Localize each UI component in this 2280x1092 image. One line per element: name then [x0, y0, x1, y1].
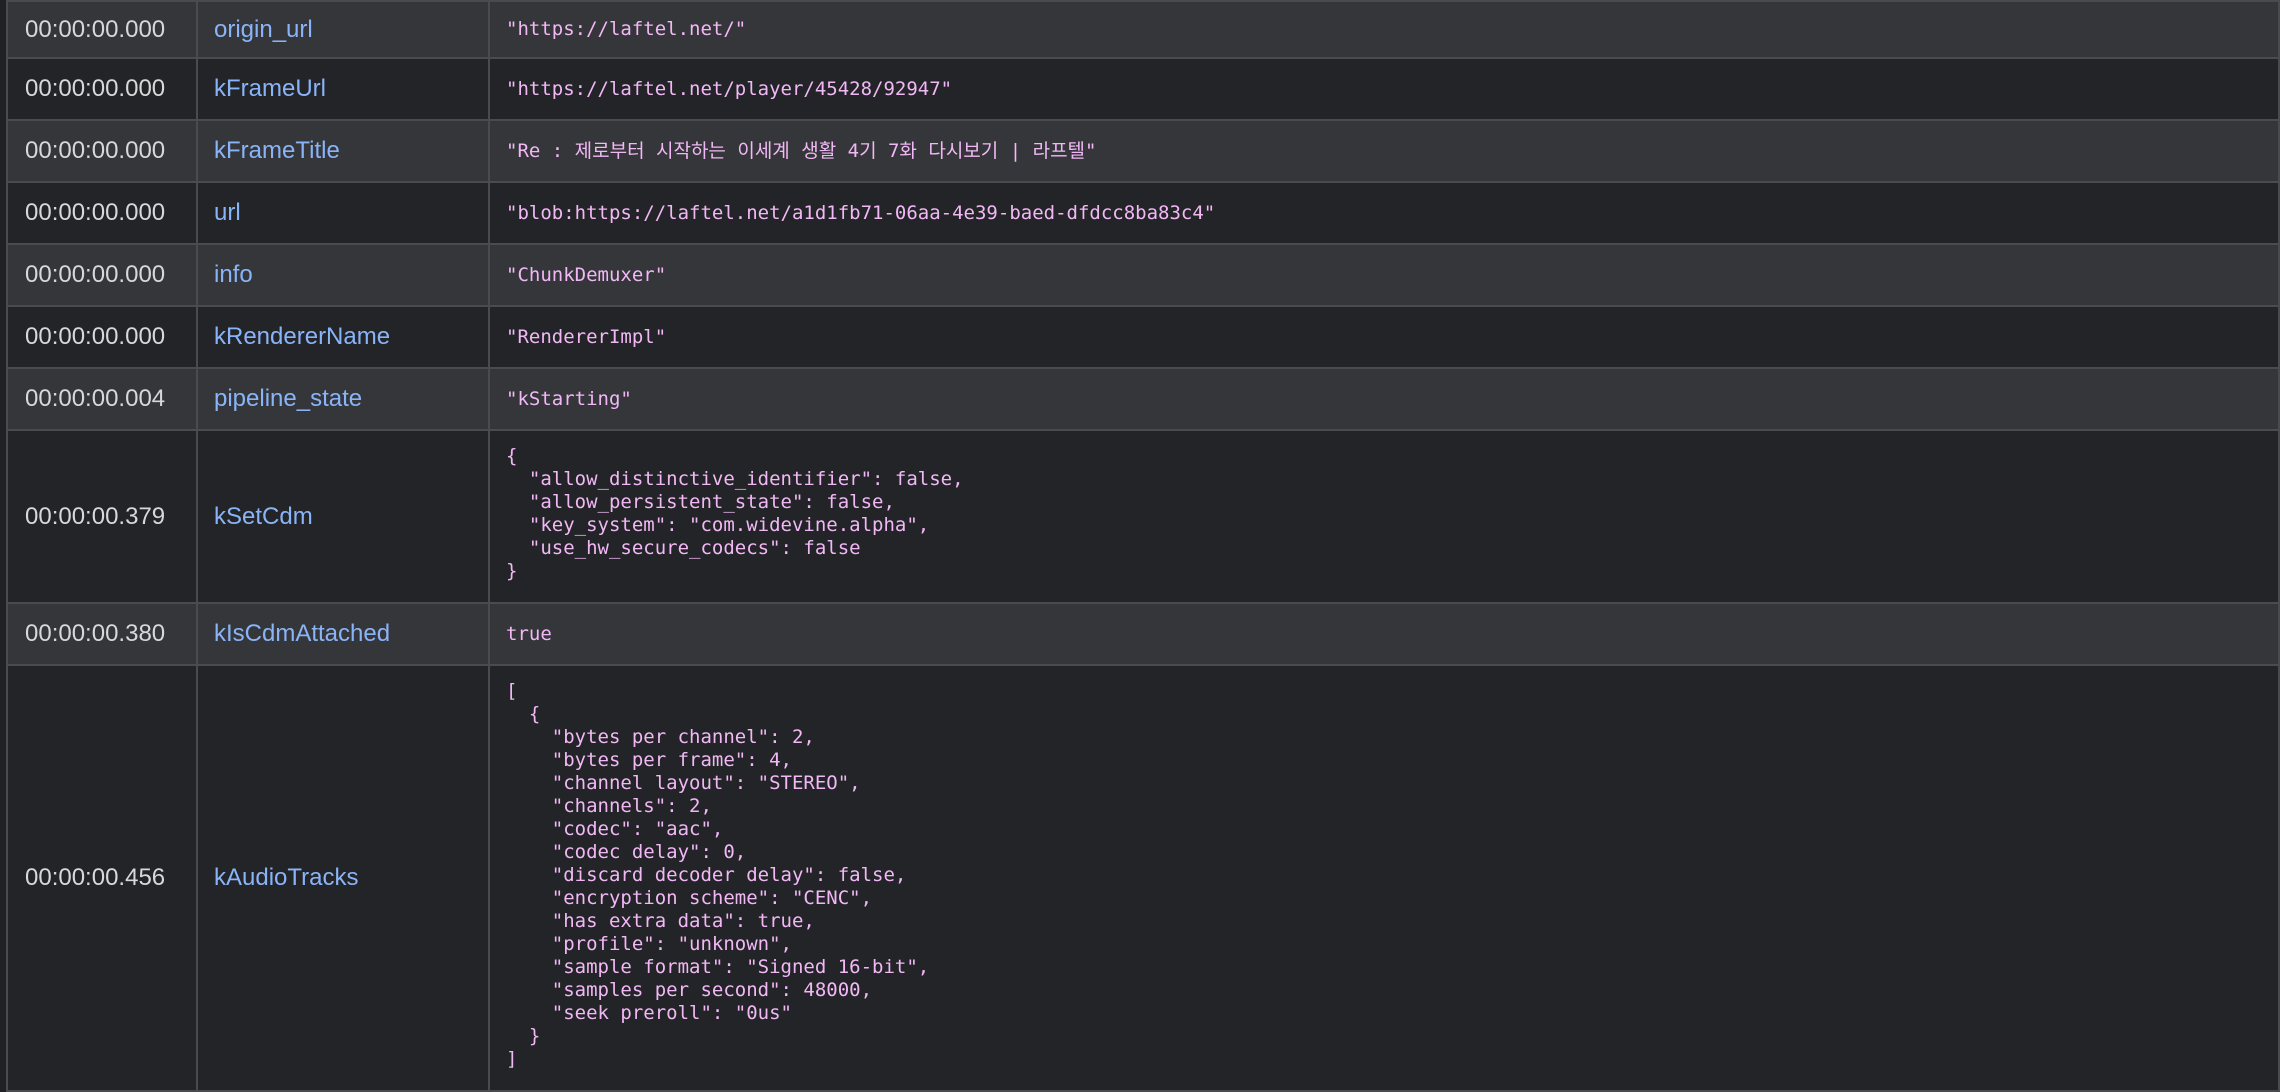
property-name: kAudioTracks: [196, 664, 490, 1092]
value-text: { "allow_distinctive_identifier": false,…: [506, 445, 964, 582]
timestamp: 00:00:00.000: [6, 0, 198, 59]
property-name: url: [196, 181, 490, 245]
timestamp: 00:00:00.004: [6, 367, 198, 431]
value-text: "RendererImpl": [506, 325, 667, 348]
property-name: origin_url: [196, 0, 490, 59]
timestamp: 00:00:00.000: [6, 305, 198, 369]
media-log-table: 00:00:00.000 origin_url "https://laftel.…: [6, 0, 2280, 1092]
log-row: 00:00:00.000 kFrameTitle "Re : 제로부터 시작하는…: [6, 119, 2280, 183]
value-text: "https://laftel.net/player/45428/92947": [506, 77, 953, 100]
property-value: "Re : 제로부터 시작하는 이세계 생활 4기 7화 다시보기 | 라프텔": [488, 119, 2280, 183]
log-row: 00:00:00.004 pipeline_state "kStarting": [6, 367, 2280, 431]
log-row: 00:00:00.380 kIsCdmAttached true: [6, 602, 2280, 666]
value-text: "https://laftel.net/": [506, 18, 747, 40]
log-row: 00:00:00.000 kRendererName "RendererImpl…: [6, 305, 2280, 369]
property-name: kSetCdm: [196, 429, 490, 604]
property-value: "https://laftel.net/": [488, 0, 2280, 59]
property-value: "https://laftel.net/player/45428/92947": [488, 57, 2280, 121]
value-text: "blob:https://laftel.net/a1d1fb71-06aa-4…: [506, 201, 1216, 224]
property-value: [ { "bytes per channel": 2, "bytes per f…: [488, 664, 2280, 1092]
timestamp: 00:00:00.380: [6, 602, 198, 666]
timestamp: 00:00:00.000: [6, 181, 198, 245]
log-row: 00:00:00.456 kAudioTracks [ { "bytes per…: [6, 664, 2280, 1092]
property-name: pipeline_state: [196, 367, 490, 431]
property-name: kFrameTitle: [196, 119, 490, 183]
log-row: 00:00:00.000 url "blob:https://laftel.ne…: [6, 181, 2280, 245]
value-text: true: [506, 622, 552, 645]
timestamp: 00:00:00.000: [6, 119, 198, 183]
property-name: info: [196, 243, 490, 307]
log-row: 00:00:00.379 kSetCdm { "allow_distinctiv…: [6, 429, 2280, 604]
timestamp: 00:00:00.000: [6, 243, 198, 307]
value-text: "kStarting": [506, 387, 632, 410]
property-name: kRendererName: [196, 305, 490, 369]
property-value: "kStarting": [488, 367, 2280, 431]
log-row: 00:00:00.000 info "ChunkDemuxer": [6, 243, 2280, 307]
property-value: { "allow_distinctive_identifier": false,…: [488, 429, 2280, 604]
value-text: "Re : 제로부터 시작하는 이세계 생활 4기 7화 다시보기 | 라프텔": [506, 139, 1097, 162]
value-text: "ChunkDemuxer": [506, 263, 667, 286]
property-value: "RendererImpl": [488, 305, 2280, 369]
property-name: kFrameUrl: [196, 57, 490, 121]
property-value: "ChunkDemuxer": [488, 243, 2280, 307]
value-text: [ { "bytes per channel": 2, "bytes per f…: [506, 680, 930, 1070]
log-row: 00:00:00.000 kFrameUrl "https://laftel.n…: [6, 57, 2280, 121]
timestamp: 00:00:00.456: [6, 664, 198, 1092]
log-row: 00:00:00.000 origin_url "https://laftel.…: [6, 0, 2280, 59]
property-value: "blob:https://laftel.net/a1d1fb71-06aa-4…: [488, 181, 2280, 245]
timestamp: 00:00:00.379: [6, 429, 198, 604]
timestamp: 00:00:00.000: [6, 57, 198, 121]
property-value: true: [488, 602, 2280, 666]
property-name: kIsCdmAttached: [196, 602, 490, 666]
